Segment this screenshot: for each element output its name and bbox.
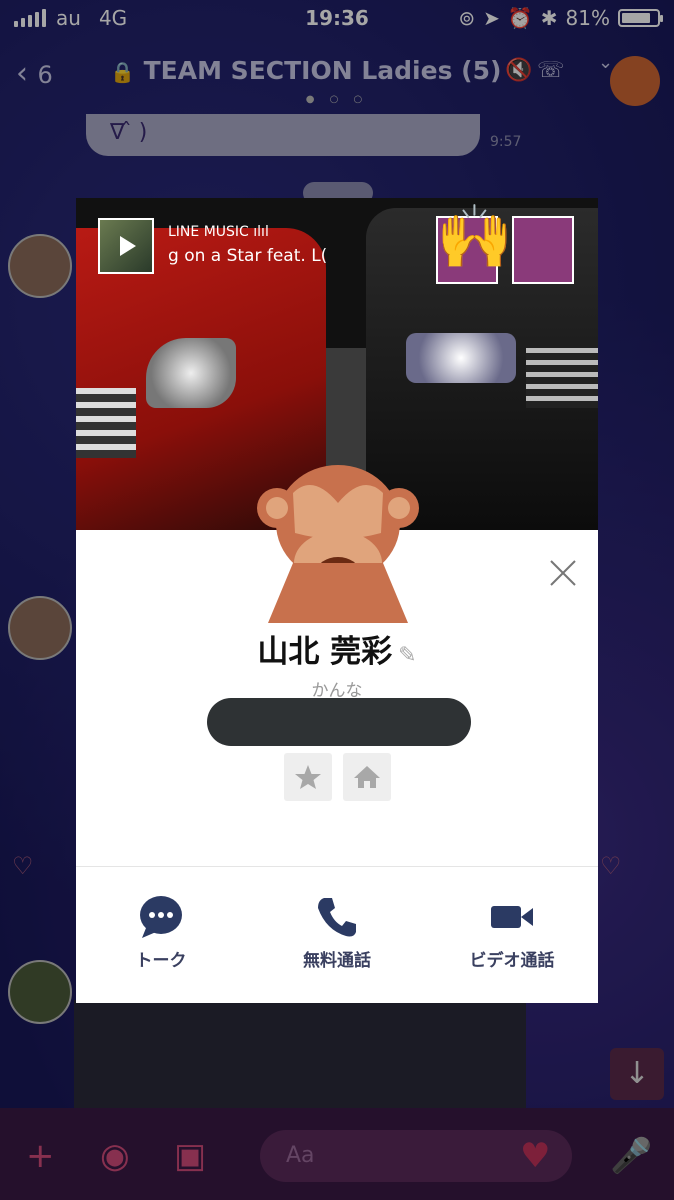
play-icon[interactable] bbox=[98, 218, 154, 274]
raised-hand-icon: 🙌 bbox=[436, 200, 514, 273]
talk-button[interactable]: トーク bbox=[86, 894, 236, 971]
chat-bubble-icon bbox=[140, 896, 182, 938]
redacted-status-message bbox=[207, 698, 471, 746]
star-icon bbox=[295, 765, 321, 789]
see-no-evil-monkey-avatar[interactable] bbox=[253, 453, 423, 623]
home-button[interactable] bbox=[343, 753, 391, 801]
phone-icon bbox=[318, 898, 356, 937]
line-music-label: LINE MUSIC ılıl bbox=[168, 224, 269, 240]
close-icon[interactable] bbox=[548, 558, 578, 588]
home-icon bbox=[354, 766, 380, 788]
video-camera-icon bbox=[491, 906, 533, 928]
video-call-label: ビデオ通話 bbox=[469, 951, 555, 971]
free-call-button[interactable]: 無料通話 bbox=[262, 894, 412, 971]
video-call-button[interactable]: ビデオ通話 bbox=[437, 894, 587, 971]
song-title: g on a Star feat. L( bbox=[168, 246, 328, 266]
profile-stickers[interactable]: 🙌 bbox=[436, 206, 576, 286]
equalizer-icon: ılıl bbox=[253, 224, 269, 240]
pencil-icon[interactable]: ✎ bbox=[398, 643, 416, 668]
profile-name: 山北 莞彩 ✎ bbox=[257, 634, 417, 670]
talk-label: トーク bbox=[135, 951, 187, 971]
divider bbox=[76, 866, 598, 867]
free-call-label: 無料通話 bbox=[303, 951, 371, 971]
profile-card: LINE MUSIC ılıl g on a Star feat. L( 🙌 山… bbox=[76, 198, 598, 1003]
favorite-button[interactable] bbox=[284, 753, 332, 801]
